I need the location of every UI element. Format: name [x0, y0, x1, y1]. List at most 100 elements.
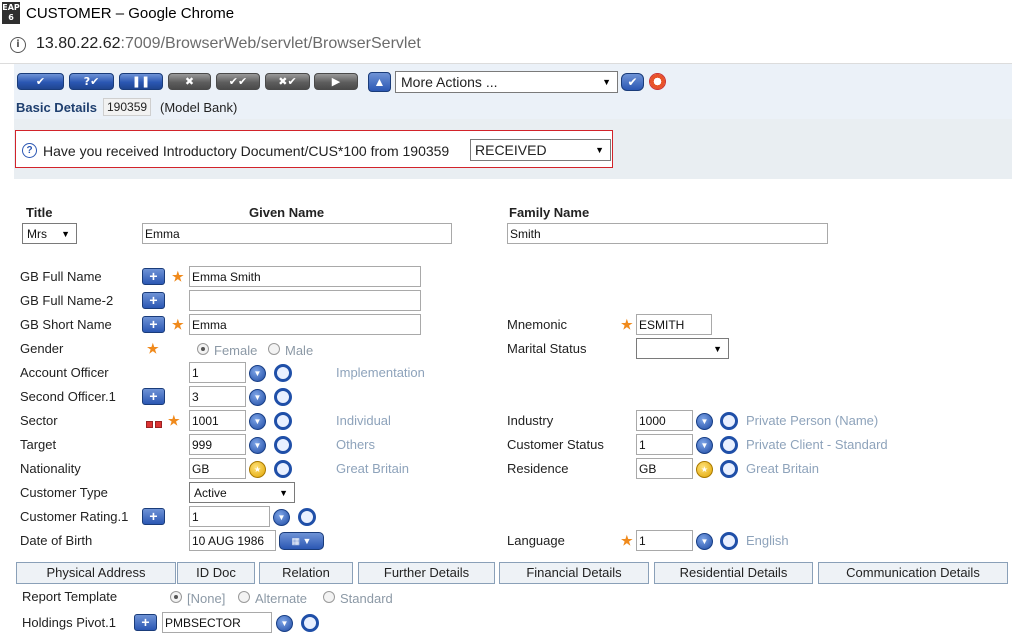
dropdown-icon[interactable]: ▼ — [276, 615, 293, 632]
target-enrichment: Others — [336, 437, 376, 452]
url-host: 13.80.22.62 — [36, 35, 121, 52]
search-icon[interactable] — [720, 412, 738, 430]
search-icon[interactable] — [274, 364, 292, 382]
gb-short-name-label: GB Short Name — [20, 317, 112, 332]
mnemonic-label: Mnemonic — [507, 317, 567, 332]
more-actions-select[interactable]: More Actions ... ▼ — [395, 71, 618, 93]
expand-plus-icon[interactable]: + — [142, 268, 165, 285]
star-dropdown-icon[interactable]: ★ — [249, 461, 266, 478]
gender-label: Gender — [20, 341, 64, 356]
target-input[interactable]: 999 — [189, 434, 246, 455]
commit-button[interactable]: ✔ — [17, 73, 64, 90]
hold-button[interactable]: ❚❚ — [119, 73, 163, 90]
star-dropdown-icon[interactable]: ★ — [696, 461, 713, 478]
gb-full-name-input[interactable]: Emma Smith — [189, 266, 421, 287]
search-icon[interactable] — [298, 508, 316, 526]
dropdown-icon[interactable]: ▼ — [249, 365, 266, 382]
expand-plus-icon[interactable]: + — [142, 292, 165, 309]
url-text[interactable]: 13.80.22.62:7009/BrowserWeb/servlet/Brow… — [36, 35, 421, 53]
nationality-input[interactable]: GB — [189, 458, 246, 479]
customer-rating-label: Customer Rating.1 — [20, 509, 129, 524]
delete-button[interactable]: ✖ — [168, 73, 211, 90]
customer-status-enrichment: Private Client - Standard — [746, 437, 888, 452]
authorise-button[interactable]: ✔✔ — [216, 73, 260, 90]
account-officer-input[interactable]: 1 — [189, 362, 246, 383]
expand-plus-icon[interactable]: + — [142, 316, 165, 333]
report-none-label: [None] — [187, 591, 226, 606]
dropdown-icon[interactable]: ▼ — [249, 413, 266, 430]
tab-residential-details[interactable]: Residential Details — [654, 562, 813, 584]
mnemonic-input[interactable]: ESMITH — [636, 314, 712, 335]
override-response-select[interactable]: RECEIVED ▼ — [470, 139, 611, 161]
gb-short-name-input[interactable]: Emma — [189, 314, 421, 335]
nationality-label: Nationality — [20, 461, 81, 476]
reverse-button[interactable]: ✖✔ — [265, 73, 310, 90]
family-name-input[interactable]: Smith — [507, 223, 828, 244]
next-button[interactable]: ▶ — [314, 73, 358, 90]
more-actions-label: More Actions ... — [401, 74, 498, 90]
industry-input[interactable]: 1000 — [636, 410, 693, 431]
gender-female-radio[interactable] — [197, 343, 209, 355]
arrow-up-icon[interactable]: ▲ — [368, 72, 391, 92]
marital-status-select[interactable]: ▼ — [636, 338, 729, 359]
mandatory-star-icon: ★ — [147, 341, 159, 356]
gender-male-radio[interactable] — [268, 343, 280, 355]
mandatory-star-icon: ★ — [168, 413, 180, 428]
address-bar[interactable]: i 13.80.22.62:7009/BrowserWeb/servlet/Br… — [0, 28, 1012, 64]
holdings-pivot-input[interactable]: PMBSECTOR — [162, 612, 272, 633]
account-officer-enrichment: Implementation — [336, 365, 425, 380]
validate-button[interactable]: ?✔ — [69, 73, 114, 90]
report-none-radio[interactable] — [170, 591, 182, 603]
report-standard-radio[interactable] — [323, 591, 335, 603]
toolbar: ✔ ?✔ ❚❚ ✖ ✔✔ ✖✔ ▶ ▲ More Actions ... ▼ ✔ … — [14, 64, 1012, 119]
title-select[interactable]: Mrs ▼ — [22, 223, 77, 244]
residence-input[interactable]: GB — [636, 458, 693, 479]
search-icon[interactable] — [720, 436, 738, 454]
given-name-input[interactable]: Emma — [142, 223, 452, 244]
expand-plus-icon[interactable]: + — [134, 614, 157, 631]
dropdown-icon[interactable]: ▼ — [249, 389, 266, 406]
related-icon[interactable] — [155, 421, 162, 428]
customer-status-input[interactable]: 1 — [636, 434, 693, 455]
customer-type-select[interactable]: Active ▼ — [189, 482, 295, 503]
target-label: Target — [20, 437, 57, 452]
tab-communication-details[interactable]: Communication Details — [818, 562, 1008, 584]
report-alternate-label: Alternate — [255, 591, 308, 606]
search-icon[interactable] — [301, 614, 319, 632]
record-id: 190359 — [103, 98, 152, 116]
override-response-value: RECEIVED — [475, 142, 547, 158]
calendar-icon[interactable]: ▦ ▼ — [279, 532, 324, 550]
account-officer-label: Account Officer — [20, 365, 109, 380]
dropdown-icon[interactable]: ▼ — [273, 509, 290, 526]
tab-physical-address[interactable]: Physical Address — [16, 562, 176, 584]
second-officer-input[interactable]: 3 — [189, 386, 246, 407]
search-icon[interactable] — [720, 460, 738, 478]
search-icon[interactable] — [274, 436, 292, 454]
sector-input[interactable]: 1001 — [189, 410, 246, 431]
dropdown-icon[interactable]: ▼ — [696, 437, 713, 454]
dropdown-icon[interactable]: ▼ — [696, 413, 713, 430]
tab-financial-details[interactable]: Financial Details — [499, 562, 649, 584]
language-input[interactable]: 1 — [636, 530, 693, 551]
search-icon[interactable] — [274, 412, 292, 430]
lifebuoy-icon[interactable] — [649, 73, 666, 90]
search-icon[interactable] — [274, 460, 292, 478]
dropdown-icon[interactable]: ▼ — [696, 533, 713, 550]
search-icon[interactable] — [274, 388, 292, 406]
tab-relation[interactable]: Relation — [259, 562, 353, 584]
date-of-birth-input[interactable]: 10 AUG 1986 — [189, 530, 276, 551]
expand-plus-icon[interactable]: + — [142, 388, 165, 405]
tab-further-details[interactable]: Further Details — [358, 562, 495, 584]
second-officer-label: Second Officer.1 — [20, 389, 116, 404]
customer-rating-input[interactable]: 1 — [189, 506, 270, 527]
family-name-header: Family Name — [509, 205, 590, 220]
tab-id-doc[interactable]: ID Doc — [177, 562, 255, 584]
gb-full-name2-input[interactable] — [189, 290, 421, 311]
dropdown-icon[interactable]: ▼ — [249, 437, 266, 454]
search-icon[interactable] — [720, 532, 738, 550]
related-icon[interactable] — [146, 421, 153, 428]
expand-plus-icon[interactable]: + — [142, 508, 165, 525]
report-alternate-radio[interactable] — [238, 591, 250, 603]
go-check-icon[interactable]: ✔ — [621, 73, 644, 91]
info-icon[interactable]: i — [10, 37, 26, 53]
